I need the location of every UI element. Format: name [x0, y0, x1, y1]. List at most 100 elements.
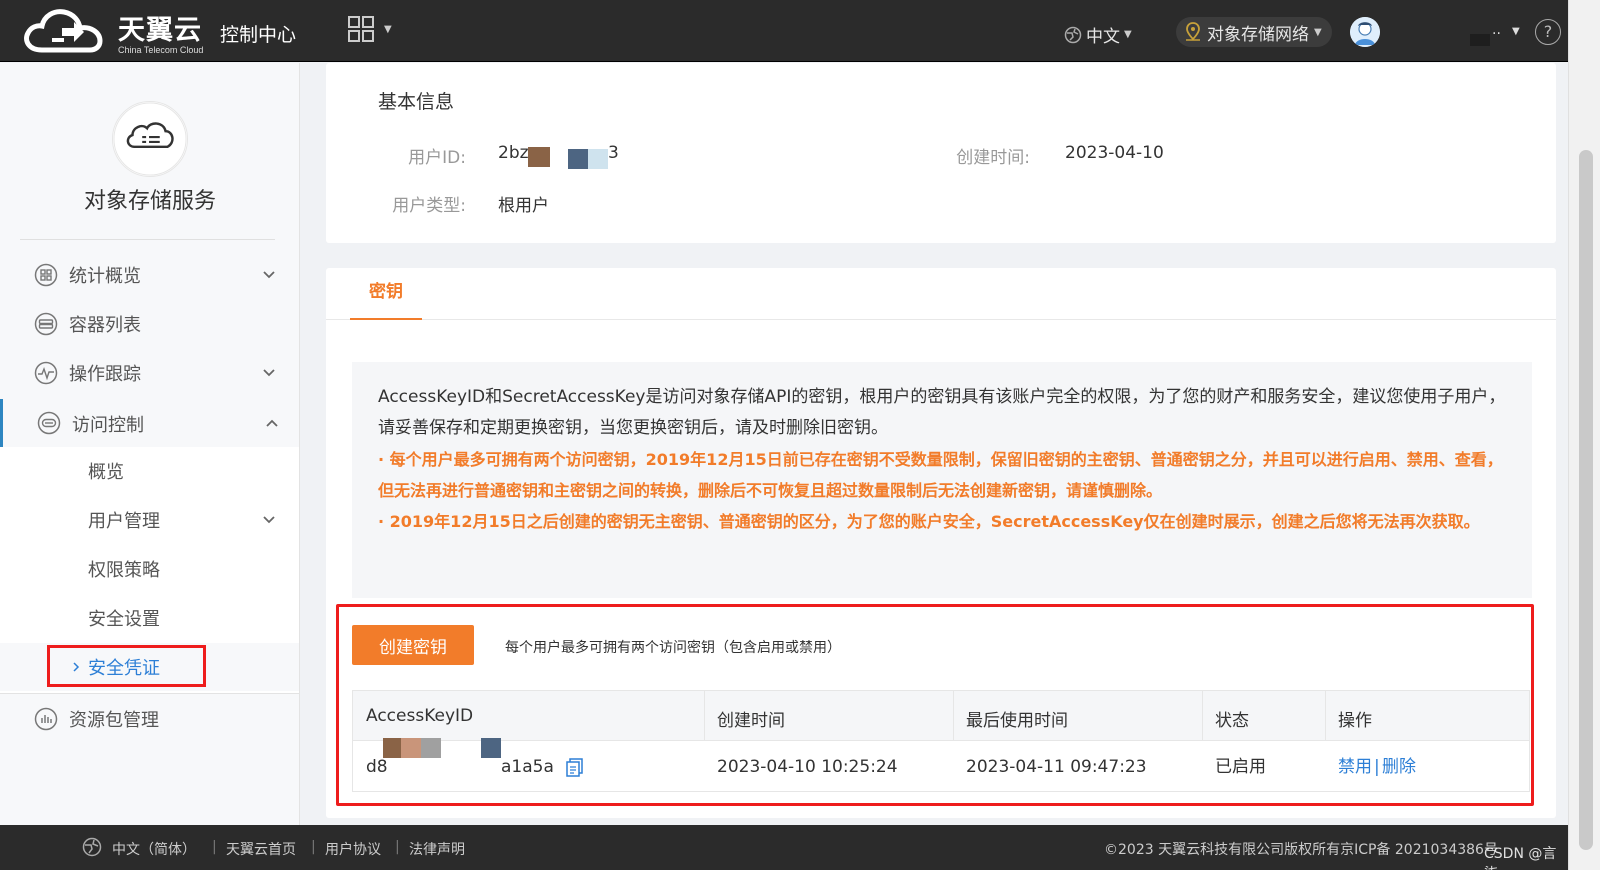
basic-info-panel: 基本信息 用户ID: 2bz 3 创建时间: 2023-04-10 用户类型: … — [326, 63, 1556, 243]
sidebar-subitem-label: 概览 — [88, 462, 124, 483]
brand-name: 天翼云 — [118, 15, 202, 46]
globe-icon — [1064, 26, 1082, 43]
create-key-button[interactable]: 创建密钥 — [352, 625, 474, 665]
sidebar-divider — [20, 239, 275, 240]
created-time-value: 2023-04-10 — [1065, 143, 1164, 163]
column-header-access-key-id: AccessKeyID — [366, 706, 474, 726]
delete-key-link[interactable]: 删除 — [1382, 742, 1416, 792]
keys-notice: AccessKeyID和SecretAccessKey是访问对象存储API的密钥… — [352, 362, 1532, 598]
column-header-status: 状态 — [1215, 711, 1249, 731]
language-label: 中文 — [1086, 27, 1120, 47]
sidebar-item-label: 统计概览 — [69, 266, 141, 287]
user-id-value: 2bz — [498, 143, 529, 163]
column-divider — [1325, 691, 1326, 741]
app-grid-caret-icon[interactable]: ▼ — [384, 24, 392, 35]
column-divider — [1202, 691, 1203, 741]
chevron-up-icon — [266, 419, 278, 427]
footer-separator: | — [212, 839, 217, 855]
redaction-block — [383, 738, 401, 758]
sidebar-subitem-label: 安全设置 — [88, 609, 160, 630]
created-time-cell: 2023-04-10 10:25:24 — [717, 757, 898, 777]
username-label[interactable]: .. — [1492, 22, 1501, 38]
copy-icon[interactable] — [565, 757, 585, 777]
tab-keys[interactable]: 密钥 — [350, 268, 422, 320]
tianyi-cloud-logo-icon[interactable] — [22, 6, 112, 58]
sidebar-subitem-label: 权限策略 — [88, 560, 160, 581]
footer-link-terms[interactable]: 用户协议 — [325, 839, 381, 859]
column-header-actions: 操作 — [1338, 711, 1372, 731]
package-icon — [34, 707, 58, 731]
chevron-down-icon — [263, 369, 275, 377]
sidebar-item-label: 容器列表 — [69, 315, 141, 336]
redaction-block — [401, 738, 421, 758]
notice-description: AccessKeyID和SecretAccessKey是访问对象存储API的密钥… — [378, 387, 1506, 438]
sidebar-subitem-user-management[interactable]: 用户管理 — [0, 496, 299, 544]
sidebar-item-label: 访问控制 — [72, 415, 144, 436]
user-type-label: 用户类型: — [392, 196, 466, 216]
help-icon[interactable]: ? — [1535, 19, 1561, 45]
notice-warning-1: · 每个用户最多可拥有两个访问密钥，2019年12月15日前已存在密钥不受数量限… — [378, 450, 1503, 500]
section-title: 基本信息 — [378, 91, 455, 113]
scrollbar-thumb[interactable] — [1579, 150, 1593, 850]
console-title[interactable]: 控制中心 — [220, 20, 296, 47]
sidebar-divider — [0, 693, 299, 694]
watermark: CSDN @言 柒 — [1484, 846, 1557, 870]
region-label: 对象存储网络 — [1207, 24, 1309, 45]
user-menu-caret-icon[interactable]: ▼ — [1512, 26, 1520, 37]
sidebar-item-statistics[interactable]: 统计概览 — [0, 251, 299, 299]
table-header: AccessKeyID 创建时间 最后使用时间 状态 操作 — [353, 691, 1529, 741]
footer-separator: | — [395, 839, 400, 855]
sidebar-subitem-security-settings[interactable]: 安全设置 — [0, 594, 299, 642]
action-separator: | — [1374, 757, 1380, 777]
service-title: 对象存储服务 — [83, 189, 216, 214]
column-divider — [704, 691, 705, 741]
trace-icon — [34, 361, 58, 385]
column-divider — [953, 691, 954, 741]
annotation-highlight-box — [47, 645, 206, 687]
region-caret-icon: ▼ — [1314, 26, 1322, 38]
footer-separator: | — [311, 839, 316, 855]
column-header-created: 创建时间 — [717, 711, 785, 731]
user-id-label: 用户ID: — [408, 148, 466, 168]
disable-key-link[interactable]: 禁用 — [1338, 742, 1372, 792]
tab-bar: 密钥 — [326, 268, 1556, 320]
user-avatar-icon[interactable] — [1350, 17, 1380, 47]
app-grid-icon[interactable] — [348, 16, 374, 42]
username-redacted[interactable] — [1470, 34, 1490, 46]
redaction-block — [421, 738, 441, 758]
bucket-icon — [34, 312, 58, 336]
redaction-block — [588, 149, 608, 169]
notice-warning-2: · 2019年12月15日之后创建的密钥无主密钥、普通密钥的区分，为了您的账户安… — [378, 512, 1480, 531]
footer: 中文（简体） | 天翼云首页 | 用户协议 | 法律声明 ©2023 天翼云科技… — [0, 825, 1568, 870]
region-selector[interactable]: 对象存储网络 ▼ — [1176, 17, 1332, 47]
location-pin-icon — [1186, 22, 1200, 41]
sidebar: 对象存储服务 统计概览 容器列表 操作跟踪 访问控制 概览 用户管理 权限策略 … — [0, 63, 300, 825]
sidebar-item-access-control[interactable]: 访问控制 — [0, 399, 299, 449]
redaction-block — [568, 149, 588, 169]
user-type-value: 根用户 — [498, 196, 549, 216]
sidebar-subitem-overview[interactable]: 概览 — [0, 447, 299, 495]
create-key-hint: 每个用户最多可拥有两个访问密钥（包含启用或禁用） — [505, 640, 841, 656]
language-switcher[interactable]: 中文 ▼ — [1064, 22, 1132, 47]
access-key-id-end: a1a5a — [501, 757, 554, 777]
column-header-last-used: 最后使用时间 — [966, 711, 1068, 731]
language-caret-icon: ▼ — [1124, 29, 1132, 40]
page-scrollbar[interactable] — [1568, 0, 1600, 870]
redaction-block — [528, 147, 550, 167]
sidebar-subitem-policies[interactable]: 权限策略 — [0, 545, 299, 593]
brand-english-name: China Telecom Cloud — [118, 45, 204, 55]
sidebar-item-label: 资源包管理 — [69, 710, 159, 731]
object-storage-service-icon — [112, 101, 188, 177]
chevron-down-icon — [263, 516, 275, 524]
sidebar-item-packages[interactable]: 资源包管理 — [0, 695, 299, 743]
sidebar-item-trace[interactable]: 操作跟踪 — [0, 349, 299, 397]
footer-copyright: ©2023 天翼云科技有限公司版权所有京ICP备 2021034386号 — [1104, 842, 1498, 858]
user-id-visible-start: 2bz — [498, 143, 529, 163]
access-icon — [37, 411, 61, 435]
chevron-down-icon — [263, 271, 275, 279]
footer-language[interactable]: 中文（简体） — [112, 839, 196, 859]
dashboard-icon — [34, 263, 58, 287]
footer-link-home[interactable]: 天翼云首页 — [226, 839, 296, 859]
sidebar-item-buckets[interactable]: 容器列表 — [0, 300, 299, 348]
footer-link-legal[interactable]: 法律声明 — [409, 839, 465, 859]
